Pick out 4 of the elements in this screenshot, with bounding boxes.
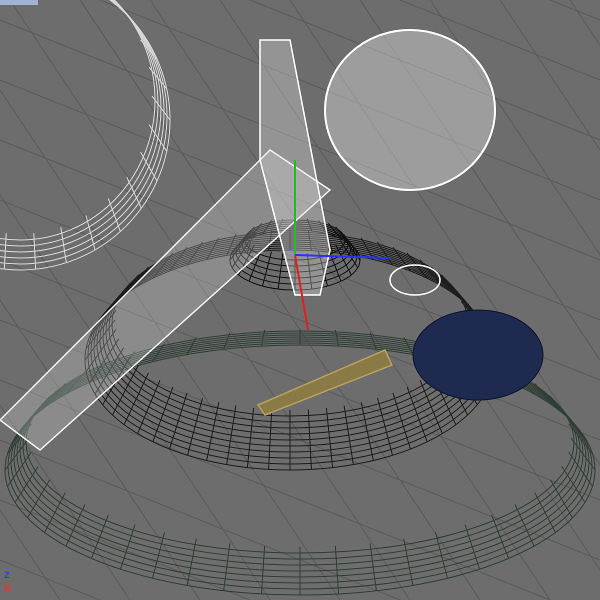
viewport[interactable]: z x [0,0,600,600]
axis-label: x [4,581,11,594]
axis-label: z [4,568,10,581]
viewport-label-tab[interactable] [0,0,38,5]
